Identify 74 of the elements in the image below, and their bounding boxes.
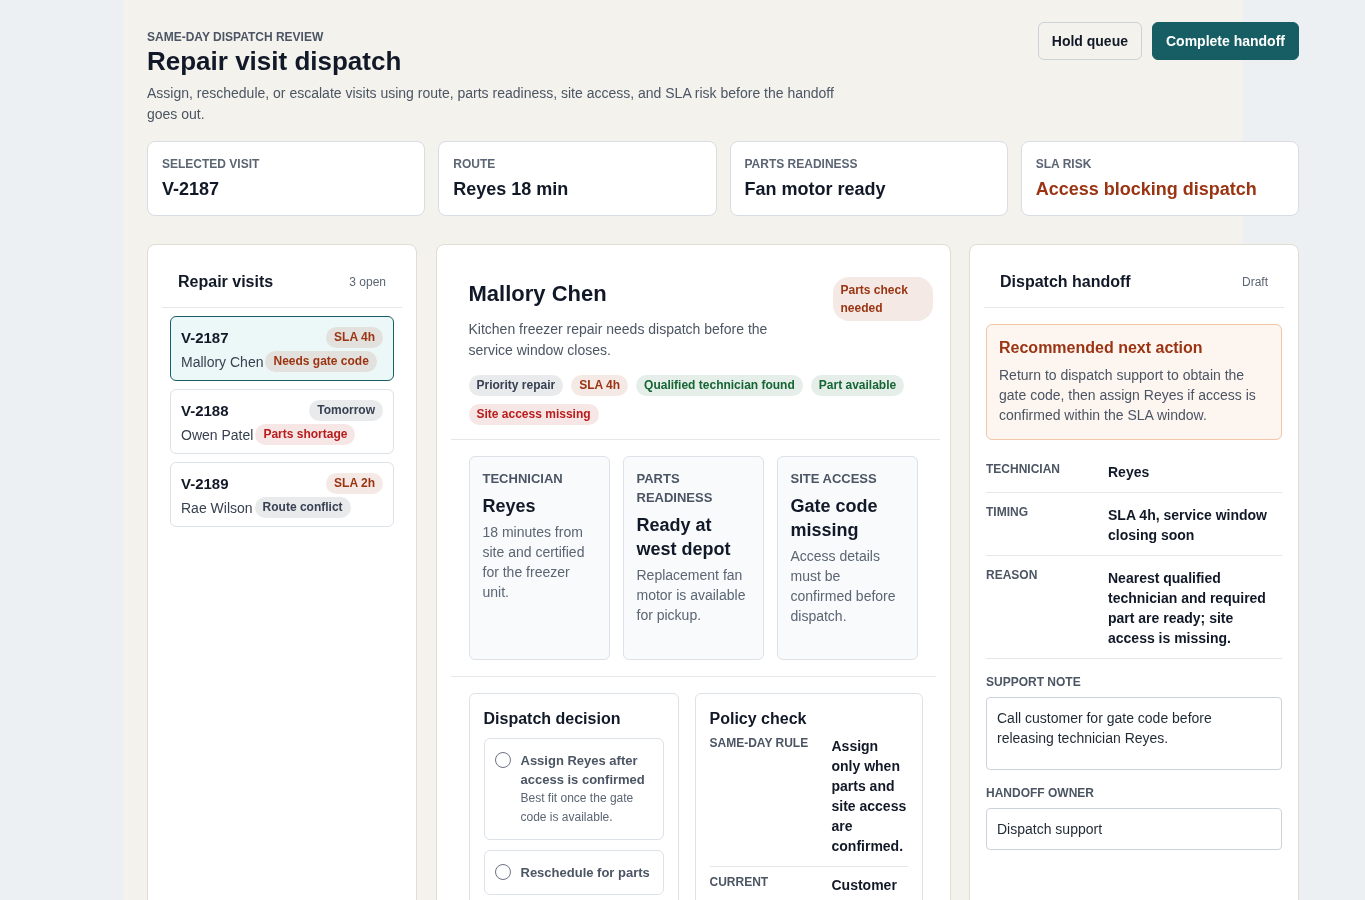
tag: Part available: [810, 375, 905, 396]
field-label: HANDOFF OWNER: [986, 786, 1095, 800]
visit-item[interactable]: V-2188 Tomorrow Owen Patel Parts shortage: [170, 389, 394, 454]
visit-item[interactable]: V-2189 SLA 2h Rae Wilson Route conflict: [170, 462, 394, 527]
radio-option[interactable]: Reschedule for parts: [483, 850, 664, 895]
option-label: Reschedule for parts: [520, 864, 650, 882]
visit-summary: Kitchen freezer repair needs dispatch before the service window closes.: [468, 320, 769, 360]
fact-label: PARTS READINESS: [636, 470, 714, 507]
visit-id: V-2187: [181, 329, 229, 346]
fact-label: SITE ACCESS: [790, 470, 878, 488]
fact-value: Reyes: [482, 495, 537, 518]
note-field[interactable]: Call customer for gate code before releasing technician Reyes.: [986, 697, 1282, 770]
field-label: SUPPORT NOTE: [986, 675, 1082, 689]
visit-item[interactable]: V-2187 SLA 4h Mallory Chen Needs gate code: [170, 316, 394, 381]
fact-value: Ready at west depot: [636, 514, 732, 561]
issue-tag: Route conflict: [254, 497, 351, 518]
stat-value: Fan motor ready: [744, 179, 887, 200]
panel-title: Dispatch handoff: [1000, 273, 1131, 291]
fact-note: Access details must be confirmed before dispatch.: [790, 547, 897, 626]
radio-icon[interactable]: [494, 864, 511, 880]
card-title: Policy check: [709, 710, 808, 728]
card-title: Dispatch decision: [483, 710, 622, 728]
panel-title: Repair visits: [178, 273, 274, 291]
tag: Priority repair: [468, 375, 564, 396]
handoff-label: TECHNICIAN: [986, 462, 1061, 478]
secondary-button[interactable]: Hold queue: [1037, 22, 1142, 60]
status-badge: SLA 4h: [326, 327, 383, 348]
page-title: Repair visit dispatch: [147, 46, 403, 77]
status-badge: SLA 2h: [326, 473, 383, 494]
policy-value: Customer: [831, 876, 898, 895]
recommendation-text: Return to dispatch support to obtain the gate code, then assign Reyes if access is confirmed within the SLA window.: [999, 366, 1257, 425]
stat-value: V-2187: [162, 179, 221, 200]
tag: Site access missing: [468, 404, 599, 425]
stat-value: Access blocking dispatch: [1035, 179, 1258, 200]
radio-icon[interactable]: [494, 752, 511, 768]
draft-status: Draft: [1242, 275, 1268, 289]
stat-label: PARTS READINESS: [744, 157, 859, 171]
handoff-label: TIMING: [986, 505, 1029, 521]
customer-name: Owen Patel: [181, 426, 254, 443]
stat-label: SELECTED VISIT: [162, 157, 261, 171]
status-badge: Tomorrow: [309, 400, 383, 421]
fact-label: TECHNICIAN: [482, 470, 564, 488]
fact-value: Gate code missing: [790, 495, 879, 542]
customer-name: Mallory Chen: [181, 353, 264, 370]
handoff-label: REASON: [986, 568, 1039, 584]
visit-count: 3 open: [349, 275, 386, 289]
issue-tag: Needs gate code: [265, 351, 377, 372]
tag: SLA 4h: [571, 375, 629, 396]
recommendation-title: Recommended next action: [999, 339, 1204, 357]
input-field[interactable]: Dispatch support: [986, 808, 1282, 850]
policy-value: Assign only when parts and site access are confirmed.: [831, 737, 908, 856]
visit-id: V-2189: [181, 475, 229, 492]
visit-id: V-2188: [181, 402, 229, 419]
tag: Qualified technician found: [636, 375, 803, 396]
primary-button[interactable]: Complete handoff: [1152, 22, 1299, 60]
fact-note: 18 minutes from site and certified for the freezer unit.: [482, 523, 586, 602]
stat-value: Reyes 18 min: [453, 179, 570, 200]
stat-label: SLA RISK: [1035, 157, 1093, 171]
customer-name: Rae Wilson: [181, 499, 253, 516]
customer-name: Mallory Chen: [468, 281, 608, 307]
handoff-value: SLA 4h, service window closing soon: [1108, 506, 1268, 545]
policy-label: CURRENT: [709, 875, 770, 891]
eyebrow-text: SAME-DAY DISPATCH REVIEW: [147, 30, 325, 44]
status-badge: Parts check needed: [832, 277, 933, 321]
page-description: Assign, reschedule, or escalate visits using route, parts readiness, site access, and SLA risk before the handoff goes out.: [147, 84, 835, 124]
handoff-value: Nearest qualified technician and required part are ready; site access is missing.: [1108, 569, 1267, 648]
option-note: Best fit once the gate code is available.: [520, 790, 635, 826]
radio-option[interactable]: Assign Reyes after access is confirmed Best fit once the gate code is available.: [483, 738, 664, 840]
issue-tag: Parts shortage: [255, 424, 356, 445]
fact-note: Replacement fan motor is available for pickup.: [636, 566, 747, 625]
policy-label: SAME-DAY RULE: [709, 736, 810, 752]
option-label: Assign Reyes after access is confirmed: [520, 752, 646, 789]
stat-label: ROUTE: [453, 157, 497, 171]
handoff-value: Reyes: [1108, 463, 1151, 482]
